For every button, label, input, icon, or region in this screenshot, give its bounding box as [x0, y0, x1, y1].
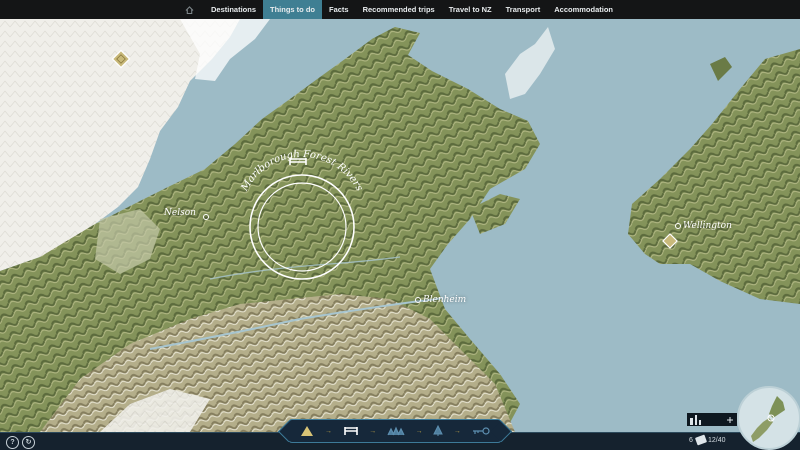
mountain-icon[interactable]	[300, 425, 314, 437]
connector-arrow: →	[415, 427, 423, 435]
wellington-marker[interactable]	[675, 223, 681, 229]
nav-travel-to-nz[interactable]: Travel to NZ	[442, 0, 499, 19]
nav-recommended-trips[interactable]: Recommended trips	[356, 0, 442, 19]
forest-icon[interactable]	[387, 426, 405, 436]
home-icon[interactable]	[180, 0, 200, 19]
elevation-widget[interactable]	[687, 413, 737, 426]
nav-facts[interactable]: Facts	[322, 0, 356, 19]
top-navigation: Destinations Things to do Facts Recommen…	[0, 0, 800, 19]
connector-arrow: →	[369, 427, 377, 435]
activity-selector: → → → →	[288, 419, 502, 443]
help-icon[interactable]: ?	[6, 436, 19, 449]
place-wellington: Wellington	[683, 221, 732, 231]
connector-arrow: →	[453, 427, 461, 435]
map-app: Destinations Things to do Facts Recommen…	[0, 0, 800, 450]
blenheim-marker[interactable]	[415, 297, 421, 303]
key-icon[interactable]	[472, 427, 490, 435]
right-counter: 12/40	[708, 437, 726, 444]
bridge-icon[interactable]	[343, 426, 359, 436]
nav-accommodation[interactable]: Accommodation	[547, 0, 620, 19]
tree-icon[interactable]	[433, 425, 444, 437]
nav-things-to-do[interactable]: Things to do	[263, 0, 322, 19]
nav-transport[interactable]: Transport	[499, 0, 548, 19]
share-icon[interactable]: ↻	[22, 436, 35, 449]
nav-destinations[interactable]: Destinations	[204, 0, 263, 19]
left-counter: 6	[689, 437, 693, 444]
place-nelson: Nelson	[164, 208, 196, 218]
place-blenheim: Blenheim	[423, 295, 467, 305]
new-zealand-minimap[interactable]	[737, 386, 800, 450]
terrain-map[interactable]: Marlborough Forest Rivers Nelson Blenhei…	[0, 19, 800, 432]
connector-arrow: →	[324, 427, 332, 435]
camera-icon[interactable]	[694, 434, 708, 446]
nelson-marker[interactable]	[203, 214, 209, 220]
